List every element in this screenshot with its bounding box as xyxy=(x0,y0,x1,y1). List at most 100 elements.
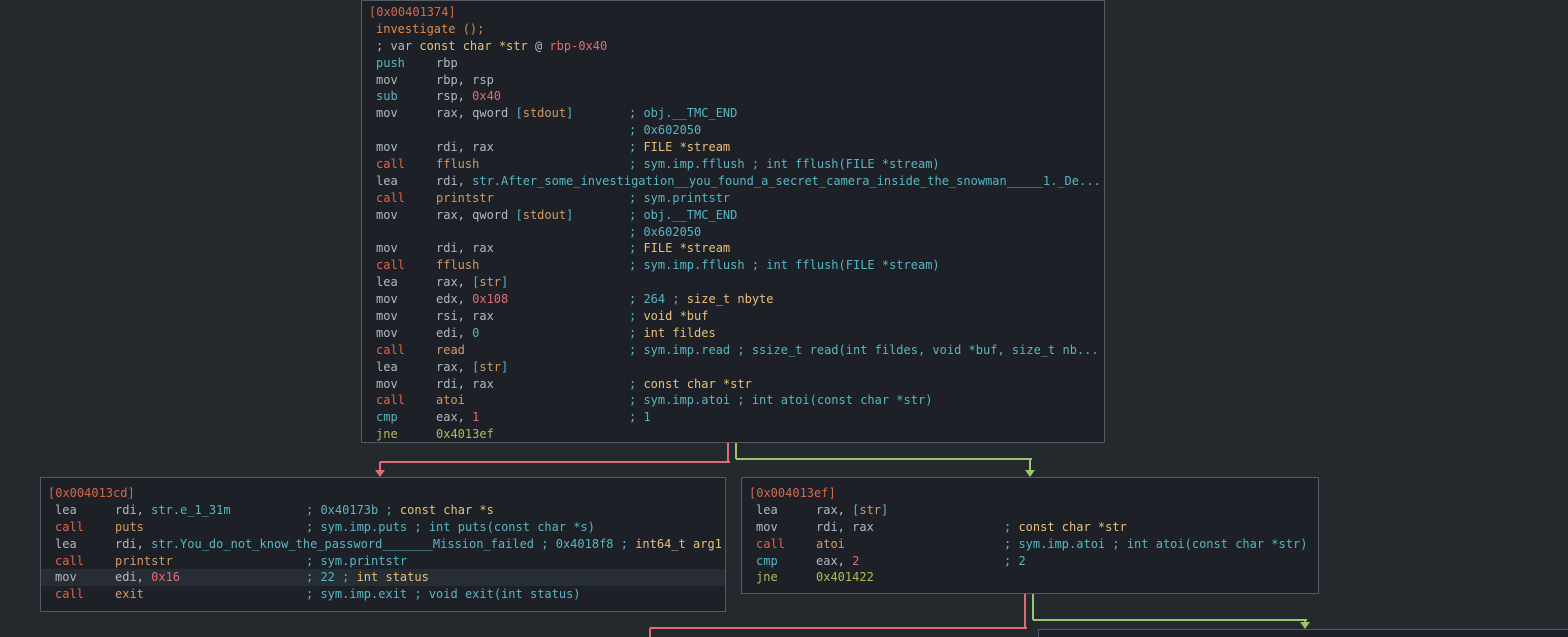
asm-token: int status xyxy=(357,570,429,584)
asm-token: ; 0x40173b ; xyxy=(306,503,400,517)
asm-line-selected[interactable]: movedi, 0x16; 22 ; int status xyxy=(41,569,725,586)
asm-line[interactable]: movrdi, rax; const char *str xyxy=(742,519,1318,536)
asm-line[interactable]: movrdi, rax; const char *str xyxy=(362,376,1104,393)
asm-line[interactable]: ; 0x602050 xyxy=(362,122,1104,139)
asm-token: str xyxy=(479,360,501,374)
asm-line[interactable]: movrsi, rax; void *buf xyxy=(362,308,1104,325)
asm-token: ; sym.printstr xyxy=(306,554,407,568)
asm-line[interactable]: callprintstr; sym.printstr xyxy=(362,190,1104,207)
asm-token: ; 0x602050 xyxy=(629,225,701,239)
asm-token: rbp, rsp xyxy=(436,73,494,87)
asm-token: const char *str xyxy=(419,39,527,53)
asm-token: rbp xyxy=(436,56,458,70)
asm-line[interactable]: learax, [str] xyxy=(742,502,1318,519)
asm-line[interactable]: jne0x4013ef xyxy=(362,426,1104,443)
asm-token: ; sym.imp.fflush ; int fflush(FILE *stre… xyxy=(629,157,940,171)
asm-token: rdi, xyxy=(436,174,472,188)
asm-comment: ; 0x602050 xyxy=(629,122,701,139)
asm-token: rdi, rax xyxy=(436,241,494,255)
asm-token: ; xyxy=(629,326,643,340)
block-header-address: [0x00401374] xyxy=(362,4,1104,21)
asm-token: rdi, xyxy=(115,503,151,517)
asm-token: const char *str xyxy=(1018,520,1126,534)
asm-token: lea xyxy=(376,360,398,374)
asm-line[interactable]: callexit; sym.imp.exit ; void exit(int s… xyxy=(41,586,725,603)
asm-token: edi, xyxy=(115,570,151,584)
asm-line[interactable]: jne0x401422 xyxy=(742,569,1318,586)
asm-mnemonic: lea xyxy=(376,274,436,291)
asm-token: rax, xyxy=(436,275,472,289)
asm-line[interactable]: learax, [str] xyxy=(362,359,1104,376)
asm-comment: ; obj.__TMC_END xyxy=(629,207,737,224)
asm-token: ; obj.__TMC_END xyxy=(629,106,737,120)
basic-block-0x004013ef[interactable]: [0x004013ef]learax, [str]movrdi, rax; co… xyxy=(741,477,1319,594)
asm-line[interactable]: movrax, qword [stdout]; obj.__TMC_END xyxy=(362,207,1104,224)
asm-mnemonic: lea xyxy=(376,173,436,190)
asm-mnemonic: jne xyxy=(376,426,436,443)
asm-token: call xyxy=(376,191,405,205)
basic-block-0x00401374[interactable]: [0x00401374]investigate (); ; var const c… xyxy=(361,0,1105,443)
basic-block-partial-bottom-right[interactable] xyxy=(1038,629,1568,637)
asm-token: read xyxy=(436,343,465,357)
asm-line[interactable]: investigate (); xyxy=(362,21,1104,38)
asm-token: lea xyxy=(376,275,398,289)
asm-line[interactable]: callputs; sym.imp.puts ; int puts(const … xyxy=(41,519,725,536)
asm-token: investigate (); xyxy=(376,22,484,36)
asm-line[interactable]: ; var const char *str @ rbp-0x40 xyxy=(362,38,1104,55)
asm-token: ; sym.imp.puts ; int puts(const char *s) xyxy=(306,520,595,534)
asm-line[interactable]: movrbp, rsp xyxy=(362,72,1104,89)
asm-line[interactable]: leardi, str.You_do_not_know_the_password… xyxy=(41,536,725,553)
asm-line[interactable]: callatoi; sym.imp.atoi ; int atoi(const … xyxy=(362,392,1104,409)
asm-line[interactable]: leardi, str.e_1_31m; 0x40173b ; const ch… xyxy=(41,502,725,519)
asm-comment: ; 2 xyxy=(1004,553,1026,570)
asm-line[interactable]: callfflush; sym.imp.fflush ; int fflush(… xyxy=(362,156,1104,173)
asm-comment: ; sym.imp.puts ; int puts(const char *s) xyxy=(306,519,595,536)
asm-line[interactable]: callfflush; sym.imp.fflush ; int fflush(… xyxy=(362,257,1104,274)
asm-token: ] xyxy=(566,106,573,120)
asm-token: 0x108 xyxy=(472,292,508,306)
asm-mnemonic: push xyxy=(376,55,436,72)
asm-token: const char *s xyxy=(400,503,494,517)
asm-line[interactable]: ; 0x602050 xyxy=(362,224,1104,241)
edge-arrowhead-icon xyxy=(375,470,385,477)
edge-false-0x004013ef-offscreen xyxy=(1024,594,1026,628)
asm-token: int fildes xyxy=(643,326,715,340)
asm-line[interactable]: movrax, qword [stdout]; obj.__TMC_END xyxy=(362,105,1104,122)
asm-mnemonic: mov xyxy=(55,569,115,586)
asm-line[interactable]: cmpeax, 2; 2 xyxy=(742,553,1318,570)
asm-line[interactable]: leardi, str.After_some_investigation__yo… xyxy=(362,173,1104,190)
asm-token: rsp, xyxy=(436,89,472,103)
asm-token: ; xyxy=(629,140,643,154)
asm-token: eax, xyxy=(816,554,852,568)
asm-token: str.After_some_investigation__you_found_… xyxy=(472,174,1101,188)
asm-line[interactable]: movrdi, rax; FILE *stream xyxy=(362,240,1104,257)
asm-line[interactable]: pushrbp xyxy=(362,55,1104,72)
asm-line[interactable]: callatoi; sym.imp.atoi ; int atoi(const … xyxy=(742,536,1318,553)
asm-token: fflush xyxy=(436,157,479,171)
asm-token: mov xyxy=(376,292,398,306)
disassembly-graph-canvas[interactable]: [0x00401374]investigate (); ; var const c… xyxy=(0,0,1568,637)
asm-token: cmp xyxy=(376,410,398,424)
asm-mnemonic: cmp xyxy=(756,553,816,570)
asm-token: mov xyxy=(376,106,398,120)
asm-token: call xyxy=(55,587,84,601)
asm-line[interactable]: callread; sym.imp.read ; ssize_t read(in… xyxy=(362,342,1104,359)
asm-token: mov xyxy=(55,570,77,584)
asm-comment: ; sym.imp.fflush ; int fflush(FILE *stre… xyxy=(629,156,940,173)
asm-token: jne xyxy=(756,570,778,584)
asm-token: rdi, rax xyxy=(436,377,494,391)
basic-block-0x004013cd[interactable]: [0x004013cd]leardi, str.e_1_31m; 0x40173… xyxy=(40,477,726,612)
asm-comment: ; sym.imp.fflush ; int fflush(FILE *stre… xyxy=(629,257,940,274)
asm-line[interactable]: movedi, 0; int fildes xyxy=(362,325,1104,342)
asm-line[interactable]: subrsp, 0x40 xyxy=(362,88,1104,105)
asm-line[interactable]: cmpeax, 1; 1 xyxy=(362,409,1104,426)
asm-mnemonic: mov xyxy=(376,291,436,308)
asm-line[interactable]: learax, [str] xyxy=(362,274,1104,291)
asm-line[interactable]: movrdi, rax; FILE *stream xyxy=(362,139,1104,156)
asm-token: int64_t arg1 xyxy=(635,537,722,551)
edge-arrowhead-icon xyxy=(1025,470,1035,477)
asm-token: stdout xyxy=(523,106,566,120)
asm-token: rax, xyxy=(816,503,852,517)
asm-line[interactable]: callprintstr; sym.printstr xyxy=(41,553,725,570)
asm-line[interactable]: movedx, 0x108; 264 ; size_t nbyte xyxy=(362,291,1104,308)
